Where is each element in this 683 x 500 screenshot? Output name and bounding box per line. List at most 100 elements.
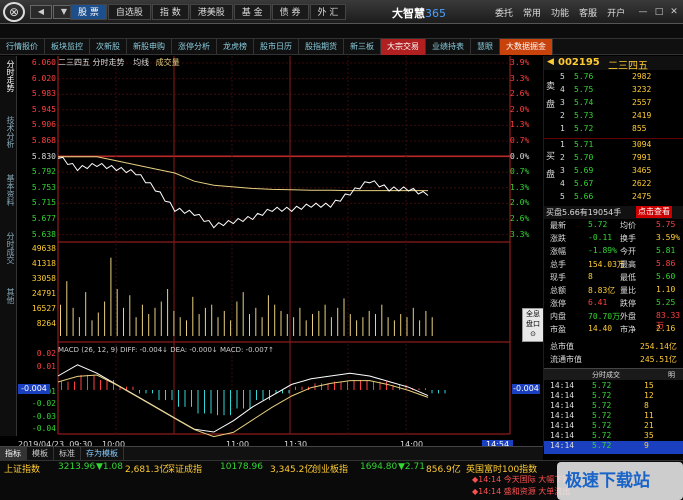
percent-tick: 1.3% [510, 182, 530, 192]
tick-volume: 11 [644, 411, 654, 420]
macd-bar [230, 390, 231, 416]
ticker-cy-change: ▼2.71 [398, 462, 425, 472]
menu-service[interactable]: 客服 [579, 6, 597, 19]
vtab-trades[interactable]: 分时成交 [2, 232, 15, 264]
title-bar: ⊗ ◀ ▼ 股 票 自选股 指 数 港美股 基 金 债 券 外 汇 大智慧365… [0, 0, 683, 24]
subtab-new-stocks[interactable]: 次新股 [90, 39, 127, 55]
volume-bar [375, 314, 376, 336]
tick-time: 14:14 [550, 381, 575, 390]
order-level: 3 [560, 166, 565, 175]
volume-bar [324, 304, 326, 336]
stat-row[interactable]: 涨停 6.41 跌停 5.25 [544, 298, 683, 311]
vtab-technical[interactable]: 技术分析 [2, 116, 15, 148]
tab-bonds[interactable]: 债 券 [271, 4, 309, 20]
tab-funds[interactable]: 基 金 [233, 4, 271, 20]
news-item[interactable]: ◆14:14 今天国际 大幅下跌 [472, 474, 570, 485]
subtab-quotes[interactable]: 行情报价 [0, 39, 45, 55]
volume-bar [249, 314, 250, 336]
back-arrow-icon[interactable]: ◀ [30, 5, 52, 19]
macd-bar [87, 374, 88, 390]
subtab-dragon-tiger[interactable]: 龙虎榜 [217, 39, 254, 55]
stat-row[interactable]: 总额 8.83亿 量比 1.10 [544, 285, 683, 298]
tick-row[interactable]: 14:14 5.72 9 [544, 441, 683, 454]
order-price: 5.69 [574, 166, 594, 175]
subtab-block-trade[interactable]: 大宗交易 [381, 39, 426, 55]
ticks-detail-link[interactable]: 明 [668, 370, 675, 380]
subtab-big-data[interactable]: 大数据掘金 [500, 39, 553, 55]
stat-row[interactable]: 市盈 14.40 市净 2.16 [544, 324, 683, 337]
stat-row[interactable]: 内盘 70.70万 外盘 83.33万 [544, 311, 683, 330]
stat-label: 均价 [620, 221, 636, 230]
template-tab[interactable]: 模板 [27, 447, 54, 460]
stat-row[interactable]: 涨跌 -0.11 换手 3.59% [544, 233, 683, 246]
volume-bar [318, 310, 320, 336]
stat-label: 跌停 [620, 299, 636, 308]
stat-label: 市净 [620, 325, 636, 334]
close-icon[interactable]: ✕ [669, 7, 679, 17]
subtab-calendar[interactable]: 股市日历 [254, 39, 299, 55]
volume-bar [293, 317, 295, 336]
subtab-sector-monitor[interactable]: 板块监控 [45, 39, 90, 55]
chart-svg [57, 56, 511, 438]
volume-bar [91, 320, 93, 336]
vtab-intraday[interactable]: 分时走势 [2, 60, 15, 92]
chevron-left-icon[interactable]: ◀ [547, 57, 554, 67]
quick-panel-button[interactable]: 全息 盘口 ⊙ [522, 308, 544, 342]
volume-bar [236, 301, 238, 336]
subtab-ipo[interactable]: 新股申购 [127, 39, 172, 55]
subtab-huiyan[interactable]: 慧眼 [471, 39, 500, 55]
stat-row[interactable]: 涨幅 -1.89% 今开 5.81 [544, 246, 683, 259]
brand-title: 大智慧365 [392, 5, 446, 21]
stat-row[interactable]: 现手 8 最低 5.60 [544, 272, 683, 285]
buy-order-row[interactable]: 5 5.66 2475 [544, 192, 683, 205]
sell-order-row[interactable]: 2 5.73 2419 [544, 111, 683, 124]
price-tick: 5.715 [31, 198, 56, 208]
intraday-chart[interactable]: 二三四五 分时走势 均线 成交量 6.060 6.020 5.983 5.945 5.9… [18, 56, 544, 449]
tab-index[interactable]: 指 数 [151, 4, 189, 20]
sell-order-row[interactable]: 1 5.72 855 [544, 124, 683, 137]
macd-tick: 0.02 [36, 349, 56, 358]
standard-tab[interactable]: 标准 [54, 447, 81, 460]
menu-common[interactable]: 常用 [523, 6, 541, 19]
subtab-earnings[interactable]: 业绩持表 [426, 39, 471, 55]
buy-order-row[interactable]: 2 5.70 7991 [544, 153, 683, 166]
buy-order-row[interactable]: 4 5.67 2622 [544, 179, 683, 192]
stat-row[interactable]: 最新 5.72 均价 5.75 [544, 220, 683, 233]
vtab-other[interactable]: 其他 [2, 288, 15, 304]
macd-bar [386, 381, 387, 390]
price-tick: 6.020 [31, 73, 56, 83]
view-button[interactable]: 点击查看 [636, 206, 672, 218]
menu-functions[interactable]: 功能 [551, 6, 569, 19]
percent-tick: 2.0% [510, 104, 530, 114]
sell-order-row[interactable]: 5 5.76 2982 [544, 72, 683, 85]
subtab-neeq[interactable]: 新三板 [344, 39, 381, 55]
buy-order-row[interactable]: 1 5.71 3094 [544, 140, 683, 153]
app-logo-icon[interactable]: ⊗ [3, 2, 25, 22]
volume-bar [160, 301, 162, 336]
vtab-fundamentals[interactable]: 基本资料 [2, 174, 15, 206]
minimize-icon[interactable]: — [638, 7, 648, 17]
tab-watchlist[interactable]: 自选股 [107, 4, 151, 20]
menu-trade[interactable]: 委托 [495, 6, 513, 19]
tab-forex[interactable]: 外 汇 [309, 4, 347, 20]
ticks-title: 分时成交 [592, 371, 620, 379]
stat-row[interactable]: 总手 154.03万 最高 5.86 [544, 259, 683, 272]
subtab-limit-up[interactable]: 涨停分析 [172, 39, 217, 55]
percent-tick: 2.6% [510, 89, 530, 99]
tab-hk-us[interactable]: 港美股 [189, 4, 233, 20]
menu-open-account[interactable]: 开户 [607, 6, 625, 19]
sell-order-row[interactable]: 3 5.74 2557 [544, 98, 683, 111]
order-price: 5.66 [574, 192, 594, 201]
maximize-icon[interactable]: □ [654, 7, 664, 17]
indicator-tab[interactable]: 指标 [0, 447, 27, 460]
subtab-futures[interactable]: 股指期货 [299, 39, 344, 55]
volume-bar [72, 307, 74, 336]
news-item[interactable]: ◆14:14 盛和资源 大单流出 [472, 486, 570, 497]
sell-order-row[interactable]: 4 5.75 3232 [544, 85, 683, 98]
buy-order-row[interactable]: 3 5.69 3465 [544, 166, 683, 179]
watermark-text: 极速下载站 [565, 471, 650, 491]
save-template-tab[interactable]: 存为模板 [81, 447, 124, 460]
tab-stocks[interactable]: 股 票 [70, 4, 107, 20]
legend-volume: 成交量 [155, 58, 180, 67]
macd-bar [178, 390, 179, 407]
